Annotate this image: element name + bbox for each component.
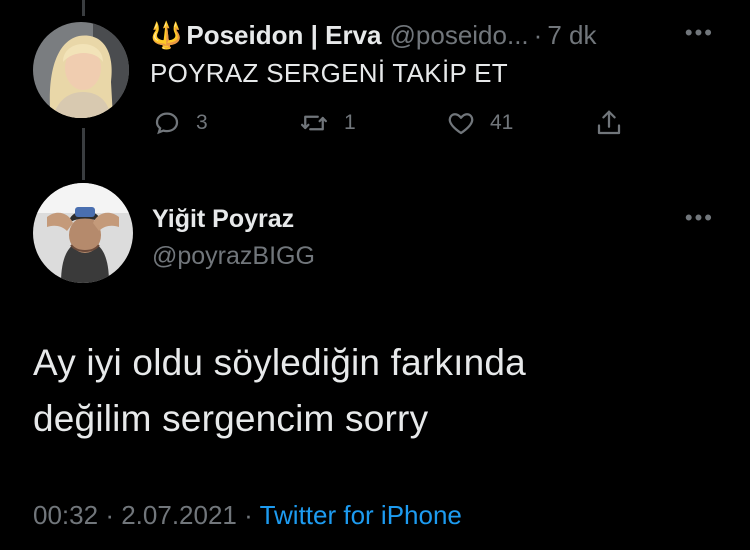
heart-icon: [446, 108, 476, 138]
retweet-button[interactable]: 1: [298, 108, 356, 138]
main-display-name[interactable]: Yiğit Poyraz: [152, 205, 294, 234]
parent-tweet-text: POYRAZ SERGENİ TAKİP ET: [150, 58, 508, 88]
tweet-time[interactable]: 00:32: [33, 500, 98, 530]
tweet-meta: 00:32 · 2.07.2021 · Twitter for iPhone: [33, 500, 462, 531]
parent-tweet-header: 🔱 Poseidon | Erva @poseido... · 7 dk: [150, 18, 710, 52]
meta-separator-2: ·: [244, 500, 253, 530]
meta-separator-1: ·: [105, 500, 114, 530]
parent-more-icon[interactable]: •••: [685, 20, 714, 46]
share-icon: [594, 108, 624, 138]
thread-connector: [82, 128, 85, 180]
main-tweet-text: Ay iyi oldu söylediğin farkında değilim …: [33, 335, 713, 447]
tweet-source-link[interactable]: Twitter for iPhone: [260, 500, 462, 530]
trident-emoji: 🔱: [150, 19, 183, 50]
share-button[interactable]: [594, 108, 624, 138]
thread-connector-top: [82, 0, 85, 16]
main-handle[interactable]: @poyrazBIGG: [152, 242, 315, 271]
tweet-date[interactable]: 2.07.2021: [121, 500, 237, 530]
main-avatar[interactable]: [33, 183, 133, 283]
parent-avatar[interactable]: [33, 22, 129, 118]
parent-handle[interactable]: @poseido...: [390, 20, 529, 51]
tweet-thread: 🔱 Poseidon | Erva @poseido... · 7 dk •••…: [0, 0, 750, 550]
parent-action-bar: 3 1 41: [150, 108, 650, 144]
retweet-icon: [298, 108, 330, 138]
retweet-count: 1: [344, 111, 356, 134]
like-count: 41: [490, 111, 514, 134]
main-more-icon[interactable]: •••: [685, 205, 714, 231]
reply-count: 3: [196, 111, 208, 134]
separator-dot: ·: [533, 19, 543, 50]
like-button[interactable]: 41: [446, 108, 513, 138]
reply-button[interactable]: 3: [152, 108, 208, 138]
reply-icon: [152, 108, 182, 138]
parent-display-name[interactable]: Poseidon | Erva: [186, 20, 381, 51]
main-tweet-text-line-2: değilim sergencim sorry: [33, 398, 429, 439]
parent-time[interactable]: 7 dk: [547, 20, 596, 51]
main-tweet-text-line-1: Ay iyi oldu söylediğin farkında: [33, 342, 526, 383]
